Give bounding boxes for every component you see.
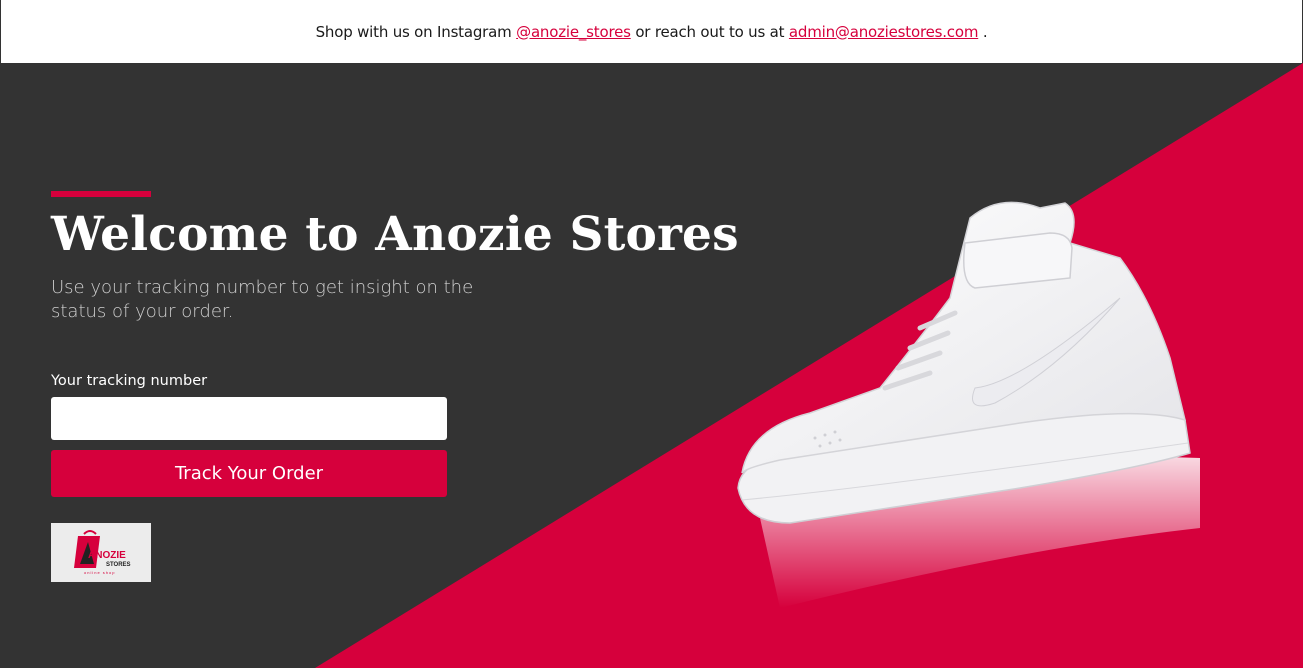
page-title: Welcome to Anozie Stores	[51, 207, 739, 262]
announcement-text-before: Shop with us on Instagram	[315, 22, 512, 41]
track-order-button[interactable]: Track Your Order	[51, 450, 447, 497]
page-subtitle: Use your tracking number to get insight …	[51, 277, 474, 322]
instagram-link[interactable]: @anozie_stores	[516, 23, 631, 41]
email-link[interactable]: admin@anoziestores.com	[789, 23, 979, 41]
tracking-number-label: Your tracking number	[51, 373, 208, 389]
tracking-number-input[interactable]	[51, 397, 447, 440]
announcement-text-after: .	[982, 22, 988, 41]
logo-brand-text: ANOZIE	[88, 550, 126, 561]
logo-tagline: online shop	[84, 570, 115, 575]
logo-sub-text: STORES	[106, 562, 131, 568]
announcement-bar: Shop with us on Instagram @anozie_stores…	[0, 0, 1303, 63]
sneaker-image	[737, 201, 1200, 608]
announcement-text-middle: or reach out to us at	[635, 22, 785, 41]
store-logo: ANOZIE STORES online shop	[51, 523, 151, 582]
hero-section: Welcome to Anozie Stores Use your tracki…	[0, 63, 1303, 668]
shopping-bag-logo-icon: ANOZIE STORES online shop	[74, 529, 131, 575]
title-accent-bar	[51, 191, 151, 197]
